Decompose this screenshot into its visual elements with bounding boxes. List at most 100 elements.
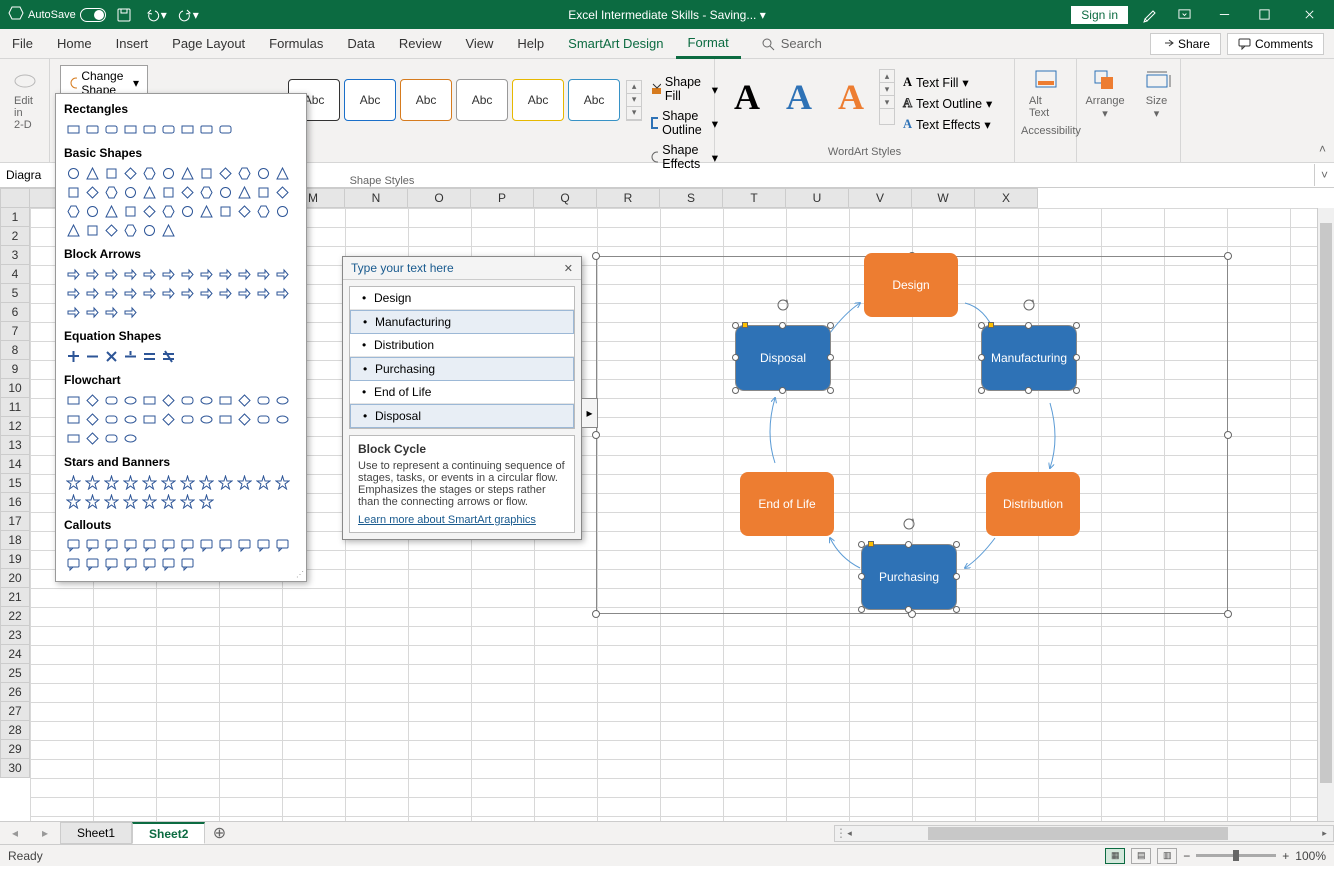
zoom-slider[interactable] [1196,854,1276,857]
sheet-nav[interactable]: ◂▸ [0,826,60,840]
row-header[interactable]: 14 [0,455,30,474]
shape-option[interactable] [178,555,196,573]
shape-option[interactable] [159,555,177,573]
row-header[interactable]: 18 [0,531,30,550]
shape-option[interactable] [254,202,272,220]
tab-data[interactable]: Data [335,29,386,59]
shape-option[interactable] [159,221,177,239]
shape-option[interactable] [178,492,196,510]
shape-option[interactable] [102,473,120,491]
learn-more-link[interactable]: Learn more about SmartArt graphics [358,514,566,526]
shape-option[interactable] [216,265,234,283]
alt-text-button[interactable]: Alt Text [1021,63,1070,123]
shape-option[interactable] [64,265,82,283]
shape-option[interactable] [140,492,158,510]
shape-option[interactable] [159,284,177,302]
shape-option[interactable] [216,202,234,220]
collapse-ribbon-icon[interactable]: ˄ [1319,142,1326,156]
shape-option[interactable] [273,536,291,554]
shape-option[interactable] [83,347,101,365]
style-preset[interactable]: Abc [568,79,620,121]
style-preset[interactable]: Abc [456,79,508,121]
text-pane-item[interactable]: Purchasing [350,357,574,381]
shape-option[interactable] [159,265,177,283]
row-header[interactable]: 24 [0,645,30,664]
tab-view[interactable]: View [453,29,505,59]
node-manufacturing[interactable]: Manufacturing [982,326,1076,390]
shape-option[interactable] [140,164,158,182]
shape-option[interactable] [216,536,234,554]
row-header[interactable]: 6 [0,303,30,322]
shape-fill-button[interactable]: Shape Fill ▾ [648,73,720,105]
row-header[interactable]: 4 [0,265,30,284]
shape-option[interactable] [159,391,177,409]
shape-option[interactable] [140,202,158,220]
row-header[interactable]: 25 [0,664,30,683]
column-header[interactable]: U [786,188,849,208]
shape-option[interactable] [197,202,215,220]
row-header[interactable]: 20 [0,569,30,588]
shape-option[interactable] [64,120,82,138]
add-sheet-button[interactable]: ⊕ [205,823,233,843]
row-header[interactable]: 2 [0,227,30,246]
autosave-toggle[interactable]: AutoSave [28,8,106,22]
node-purchasing[interactable]: Purchasing [862,545,956,609]
tab-home[interactable]: Home [45,29,104,59]
style-preset[interactable]: Abc [512,79,564,121]
shape-option[interactable] [159,120,177,138]
shape-option[interactable] [140,221,158,239]
signin-button[interactable]: Sign in [1071,6,1128,24]
row-header[interactable]: 8 [0,341,30,360]
shape-option[interactable] [121,473,139,491]
shape-option[interactable] [121,183,139,201]
shape-option[interactable] [102,303,120,321]
wordart-preset[interactable]: A [721,69,773,125]
shape-option[interactable] [197,410,215,428]
size-button[interactable]: Size ▾ [1139,63,1174,124]
text-pane-toggle[interactable]: ▸ [582,398,598,428]
shape-option[interactable] [254,164,272,182]
shape-option[interactable] [197,536,215,554]
expand-formula-icon[interactable]: ˅ [1314,164,1334,186]
shape-option[interactable] [235,164,253,182]
shape-option[interactable] [140,284,158,302]
shape-option[interactable] [102,429,120,447]
shape-option[interactable] [159,183,177,201]
shape-option[interactable] [102,536,120,554]
ribbon-display-icon[interactable] [1164,0,1204,29]
shape-option[interactable] [64,347,82,365]
shape-option[interactable] [273,473,291,491]
shape-option[interactable] [273,391,291,409]
shape-option[interactable] [121,410,139,428]
row-header[interactable]: 22 [0,607,30,626]
shape-option[interactable] [235,473,253,491]
row-header[interactable]: 1 [0,208,30,227]
sheet-tab[interactable]: Sheet1 [60,822,132,844]
tab-review[interactable]: Review [387,29,454,59]
undo-icon[interactable]: ▾ [142,4,170,26]
column-header[interactable]: T [723,188,786,208]
shape-option[interactable] [102,410,120,428]
shape-option[interactable] [178,183,196,201]
shape-option[interactable] [235,202,253,220]
column-header[interactable]: P [471,188,534,208]
shape-option[interactable] [64,555,82,573]
shape-option[interactable] [102,183,120,201]
shape-option[interactable] [159,164,177,182]
shape-option[interactable] [140,265,158,283]
redo-icon[interactable]: ▾ [174,4,202,26]
shape-option[interactable] [197,284,215,302]
view-normal-icon[interactable]: ▦ [1105,848,1125,864]
shape-option[interactable] [64,284,82,302]
node-design[interactable]: Design [864,253,958,317]
column-header[interactable]: W [912,188,975,208]
shape-option[interactable] [102,391,120,409]
shape-option[interactable] [140,120,158,138]
shape-option[interactable] [254,284,272,302]
shape-option[interactable] [64,536,82,554]
shape-option[interactable] [140,347,158,365]
shape-option[interactable] [64,492,82,510]
view-page-layout-icon[interactable]: ▤ [1131,848,1151,864]
tab-format[interactable]: Format [676,29,741,59]
shape-option[interactable] [159,347,177,365]
